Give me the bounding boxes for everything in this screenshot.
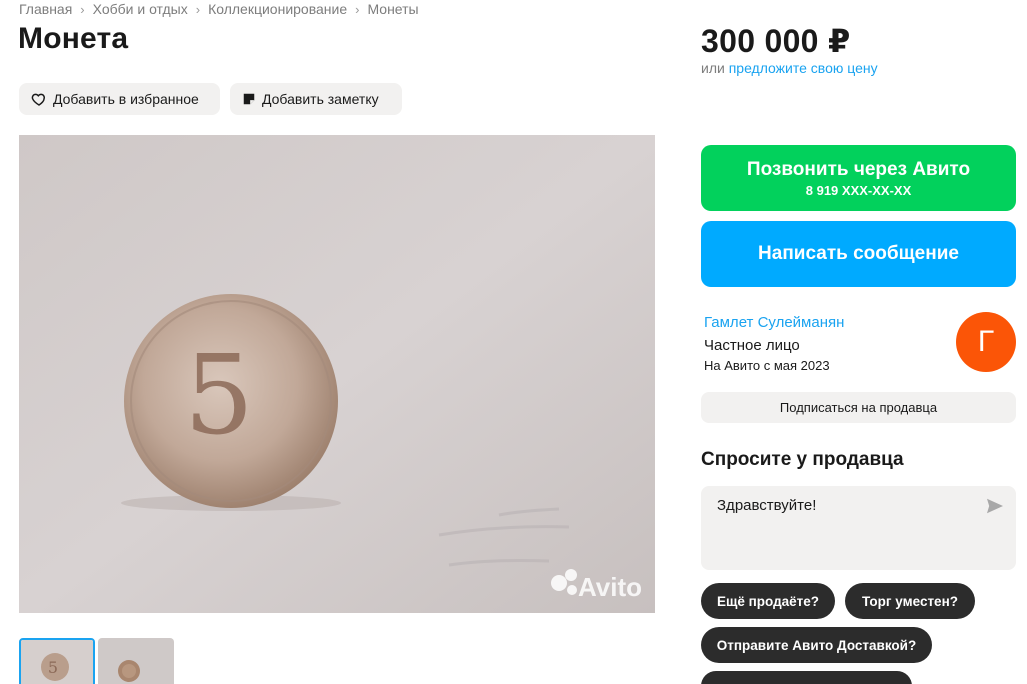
offer-price-link[interactable]: предложите свою цену: [729, 60, 878, 76]
page-title: Монета: [18, 22, 129, 55]
note-icon: [243, 93, 255, 105]
subscribe-button[interactable]: Подписаться на продавца: [701, 392, 1016, 423]
ask-seller-heading: Спросите у продавца: [701, 449, 904, 470]
send-icon[interactable]: [986, 498, 1004, 514]
breadcrumb-collecting[interactable]: Коллекционирование: [208, 1, 347, 17]
write-message-button[interactable]: Написать сообщение: [701, 221, 1016, 287]
chevron-right-icon: ›: [195, 1, 201, 17]
breadcrumb: Главная › Хобби и отдых › Коллекциониров…: [19, 1, 419, 17]
avito-watermark: Avito: [578, 572, 642, 602]
call-button-label: Позвонить через Авито: [746, 158, 971, 180]
svg-text:5: 5: [48, 658, 58, 677]
add-note-button[interactable]: Добавить заметку: [230, 83, 402, 115]
quick-question-bargain[interactable]: Торг уместен?: [845, 583, 975, 619]
add-note-label: Добавить заметку: [262, 91, 379, 107]
quick-question-more[interactable]: [701, 671, 912, 684]
chevron-right-icon: ›: [355, 1, 360, 17]
main-photo[interactable]: 5 Avito: [19, 135, 655, 613]
price: 300 000 ₽: [701, 23, 851, 59]
quick-question-delivery[interactable]: Отправите Авито Доставкой?: [701, 627, 932, 663]
seller-name-link[interactable]: Гамлет Сулейманян: [704, 314, 844, 331]
seller-type: Частное лицо: [704, 337, 800, 354]
add-to-favorites-label: Добавить в избранное: [53, 91, 199, 107]
breadcrumb-hobby[interactable]: Хобби и отдых: [93, 1, 188, 17]
thumbnail-1[interactable]: 5: [19, 638, 95, 684]
add-to-favorites-button[interactable]: Добавить в избранное: [19, 83, 220, 115]
chevron-right-icon: ›: [80, 1, 85, 17]
breadcrumb-coins[interactable]: Монеты: [367, 1, 418, 17]
price-or-text: или: [701, 60, 725, 76]
thumbnail-2[interactable]: [98, 638, 174, 684]
price-offer: или предложите свою цену: [701, 60, 878, 76]
heart-icon: [31, 93, 45, 106]
coin-digit: 5: [184, 331, 254, 459]
breadcrumb-home[interactable]: Главная: [19, 1, 72, 17]
avatar[interactable]: Г: [956, 312, 1016, 372]
phone-number: 8 919 XXX-XX-XX: [805, 182, 912, 198]
message-input[interactable]: Здравствуйте!: [701, 486, 1016, 570]
message-text: Здравствуйте!: [717, 497, 817, 514]
call-button[interactable]: Позвонить через Авито 8 919 XXX-XX-XX: [701, 145, 1016, 211]
seller-since: На Авито с мая 2023: [704, 358, 830, 373]
quick-question-still-selling[interactable]: Ещё продаёте?: [701, 583, 835, 619]
